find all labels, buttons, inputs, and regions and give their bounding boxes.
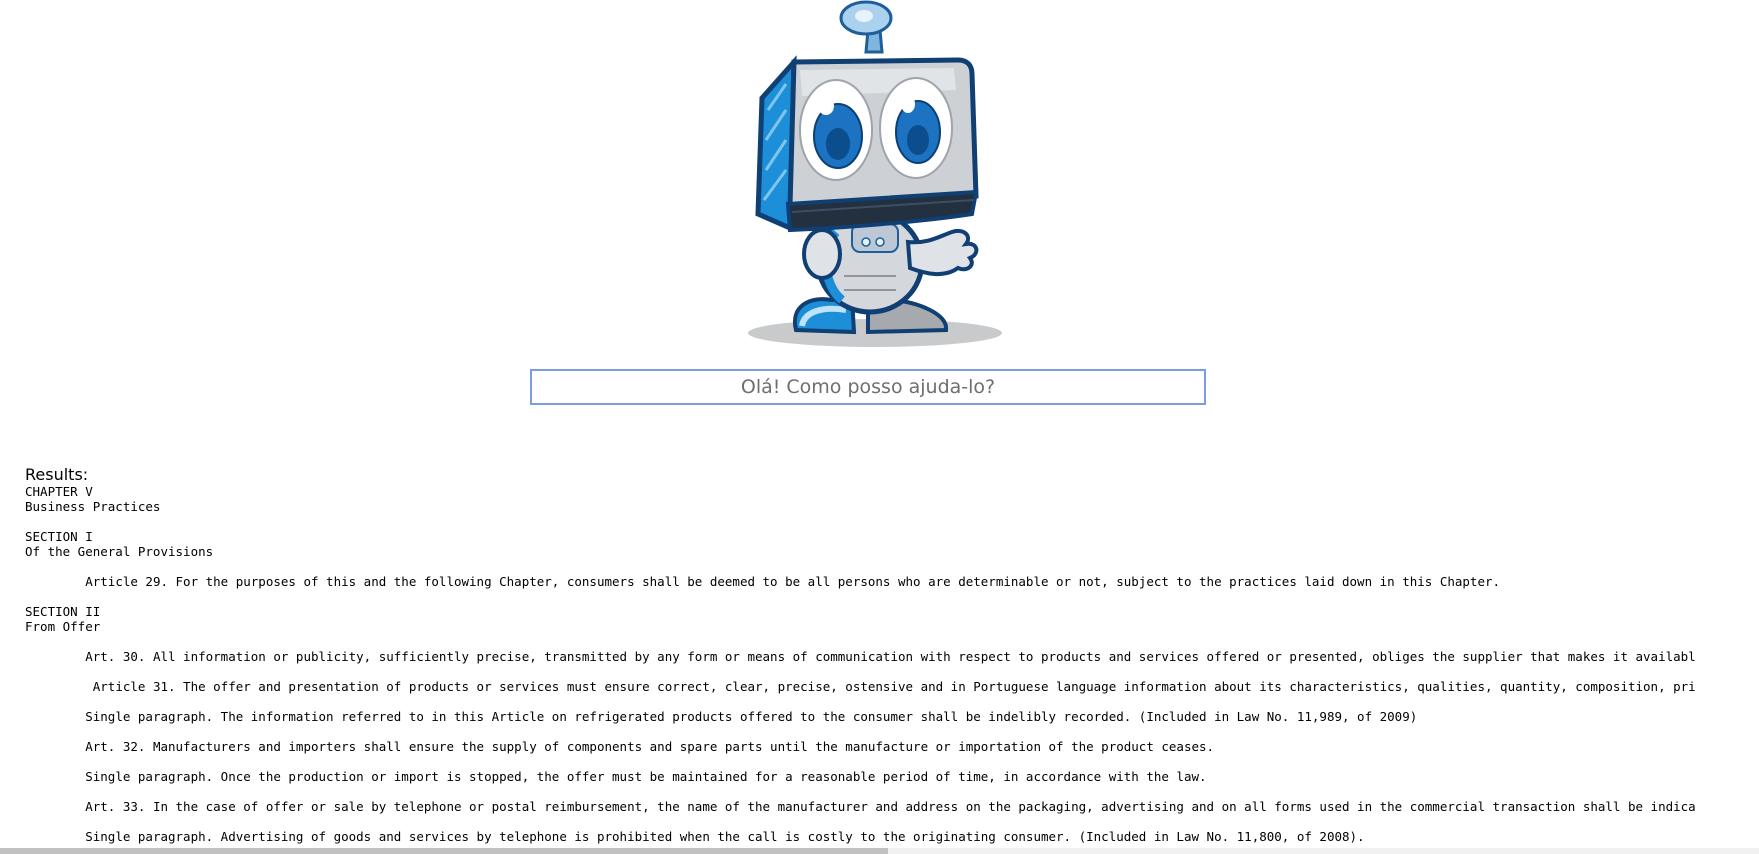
chat-input[interactable]: [530, 369, 1206, 405]
chatbot-page: Results: CHAPTER V Business Practices SE…: [0, 0, 1759, 854]
horizontal-scrollbar[interactable]: [0, 848, 1759, 854]
scrollbar-thumb[interactable]: [0, 848, 888, 854]
results-heading: Results:: [25, 465, 89, 484]
robot-mascot-icon: [748, 0, 1002, 347]
results-text: CHAPTER V Business Practices SECTION I O…: [25, 484, 1696, 844]
